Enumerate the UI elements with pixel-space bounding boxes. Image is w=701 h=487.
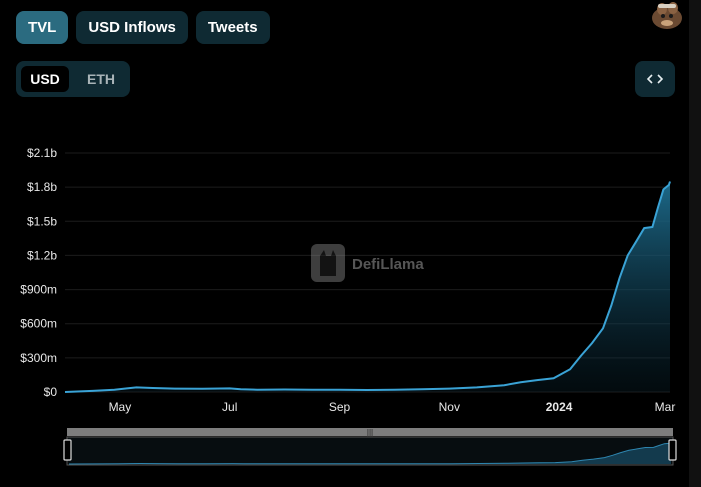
y-tick-label: $600m bbox=[20, 317, 57, 331]
y-tick-label: $1.8b bbox=[27, 180, 57, 194]
x-tick-label: Jul bbox=[222, 400, 237, 414]
x-tick-label: May bbox=[109, 400, 132, 414]
y-tick-label: $2.1b bbox=[27, 146, 57, 160]
y-tick-label: $1.2b bbox=[27, 248, 57, 262]
x-tick-label: Sep bbox=[329, 400, 351, 414]
tvl-area bbox=[65, 181, 670, 392]
defillama-watermark: DefiLlama bbox=[311, 244, 424, 282]
y-tick-label: $0 bbox=[44, 385, 58, 399]
tvl-chart: $0 $300m $600m $900m $1.2b $1.5b $1.8b $2.1b Ma… bbox=[20, 146, 677, 466]
x-tick-label: Mar bbox=[655, 400, 676, 414]
page-scrollbar[interactable] bbox=[689, 0, 701, 487]
y-tick-label: $900m bbox=[20, 283, 57, 297]
slider-left-handle[interactable] bbox=[63, 439, 72, 461]
range-slider[interactable]: ||| bbox=[63, 428, 677, 466]
x-tick-label: 2024 bbox=[546, 400, 573, 414]
y-tick-label: $1.5b bbox=[27, 214, 57, 228]
y-tick-label: $300m bbox=[20, 351, 57, 365]
slider-grip-icon[interactable]: ||| bbox=[367, 428, 373, 437]
x-tick-label: Nov bbox=[439, 400, 460, 414]
slider-right-handle[interactable] bbox=[668, 439, 677, 461]
watermark-text: DefiLlama bbox=[352, 256, 424, 273]
